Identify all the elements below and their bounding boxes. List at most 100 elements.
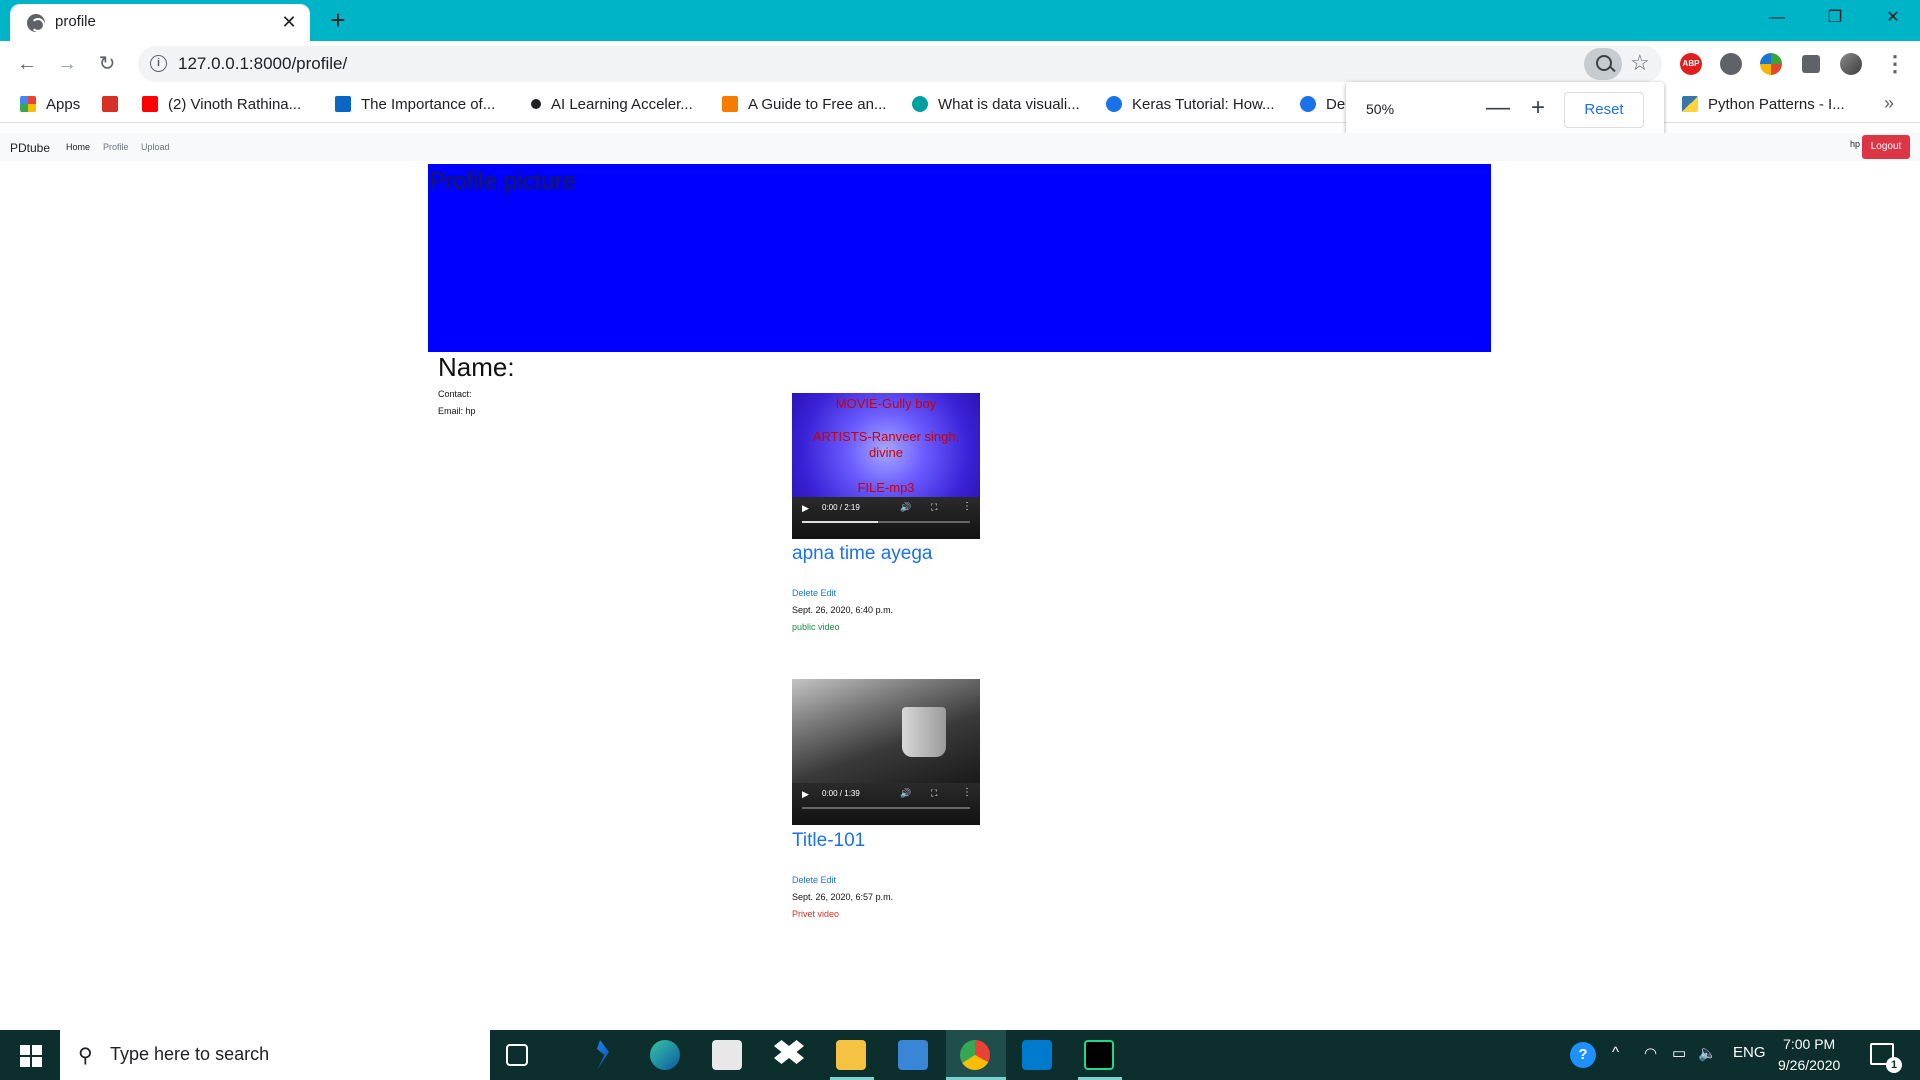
- zoom-out-button[interactable]: —: [1484, 94, 1512, 122]
- help-icon[interactable]: ?: [1570, 1042, 1596, 1068]
- more-options-icon[interactable]: ⋮: [962, 501, 972, 512]
- bookmark-guide[interactable]: A Guide to Free an...: [722, 96, 886, 113]
- p-logo-icon: [1106, 96, 1122, 112]
- file-explorer-icon[interactable]: [836, 1040, 866, 1070]
- fullscreen-icon[interactable]: ⛶: [931, 788, 937, 799]
- profile-name-label: Name:: [438, 352, 515, 382]
- eye-icon: [912, 96, 928, 112]
- volume-icon[interactable]: 🔊: [900, 502, 911, 513]
- browser-tab[interactable]: profile ✕: [10, 4, 310, 41]
- task-view-icon[interactable]: [506, 1044, 528, 1066]
- bookmark-data-vis[interactable]: What is data visuali...: [912, 96, 1080, 113]
- bookmark-keras[interactable]: Keras Tutorial: How...: [1106, 96, 1275, 113]
- bookmark-gmail[interactable]: [102, 96, 128, 113]
- globe-extension-icon[interactable]: [1760, 53, 1782, 75]
- visual-studio-icon[interactable]: [597, 1040, 609, 1070]
- pycharm-icon[interactable]: [1084, 1040, 1114, 1070]
- video-title[interactable]: Title-101: [792, 830, 865, 852]
- system-clock[interactable]: 7:00 PM 9/26/2020: [1778, 1034, 1840, 1076]
- volume-icon[interactable]: 🔊: [900, 788, 911, 799]
- dropbox-icon[interactable]: [774, 1040, 804, 1064]
- clock-date: 9/26/2020: [1778, 1057, 1841, 1073]
- new-tab-button[interactable]: +: [324, 6, 352, 34]
- zoom-icon[interactable]: [1584, 48, 1622, 80]
- bookmark-de[interactable]: De: [1300, 96, 1345, 113]
- zoom-reset-button[interactable]: Reset: [1564, 92, 1644, 128]
- site-info-icon[interactable]: i: [150, 55, 167, 72]
- site-brand[interactable]: PDtube: [10, 141, 50, 155]
- battery-icon[interactable]: ▭: [1672, 1044, 1686, 1062]
- clock-time: 7:00 PM: [1783, 1036, 1836, 1052]
- video-actions[interactable]: Delete Edit: [792, 588, 836, 598]
- mail-icon[interactable]: [898, 1040, 928, 1070]
- video-status: Privet video: [792, 909, 840, 919]
- extensions-puzzle-icon[interactable]: [1802, 55, 1820, 73]
- site-navbar: PDtube Home Profile Upload hp Logout: [0, 133, 1920, 161]
- video-player-2[interactable]: ▶ 0:00 / 1:39 🔊 ⛶ ⋮: [792, 679, 980, 825]
- bookmark-ai-learning[interactable]: AI Learning Acceler...: [528, 96, 693, 113]
- profile-contact: Contact:: [438, 389, 472, 399]
- adblock-extension-icon[interactable]: ABP: [1680, 53, 1702, 75]
- zoom-level: 50%: [1366, 101, 1395, 117]
- windows-start-icon[interactable]: [20, 1045, 42, 1067]
- bookmark-python-patterns[interactable]: Python Patterns - I...: [1682, 96, 1845, 113]
- taskbar-search[interactable]: ⚲ Type here to search: [60, 1030, 490, 1080]
- nav-profile[interactable]: Profile: [103, 142, 129, 152]
- zoom-in-button[interactable]: +: [1524, 94, 1552, 122]
- video-controls: ▶ 0:00 / 2:19 🔊 ⛶ ⋮: [792, 497, 980, 539]
- search-placeholder[interactable]: Type here to search: [110, 1044, 269, 1065]
- video-progress-bar[interactable]: [802, 521, 970, 523]
- play-icon[interactable]: ▶: [802, 789, 809, 800]
- profile-avatar[interactable]: [1840, 53, 1862, 75]
- profile-email: Email: hp: [438, 406, 476, 416]
- poster-line: MOVIE-Gully boy: [835, 396, 937, 411]
- video-progress-bar[interactable]: [802, 807, 970, 809]
- chevron-up-icon[interactable]: ^: [1612, 1044, 1619, 1061]
- bookmark-apps[interactable]: Apps: [20, 96, 80, 113]
- bookmarks-overflow-icon[interactable]: »: [1884, 93, 1894, 114]
- address-bar[interactable]: i 127.0.0.1:8000/profile/ ☆: [138, 46, 1662, 82]
- minimize-button[interactable]: —: [1748, 0, 1806, 36]
- restore-button[interactable]: ❐: [1806, 0, 1864, 36]
- back-icon[interactable]: ←: [14, 51, 40, 77]
- gmail-icon: [102, 96, 118, 112]
- chrome-icon[interactable]: [960, 1040, 990, 1070]
- logout-button[interactable]: Logout: [1862, 135, 1910, 159]
- wifi-icon[interactable]: ◠: [1644, 1044, 1657, 1062]
- fullscreen-icon[interactable]: ⛶: [931, 502, 937, 513]
- video-actions[interactable]: Delete Edit: [792, 875, 836, 885]
- profile-picture-label: Profile picture: [429, 168, 576, 195]
- video-date: Sept. 26, 2020, 6:57 p.m.: [792, 892, 894, 902]
- poster-line: divine: [869, 445, 903, 460]
- search-icon: ⚲: [78, 1045, 93, 1067]
- url-text[interactable]: 127.0.0.1:8000/profile/: [178, 54, 347, 74]
- chat-bubble-icon: [722, 96, 738, 112]
- play-icon[interactable]: ▶: [802, 503, 809, 514]
- edge-icon[interactable]: [650, 1040, 680, 1070]
- language-indicator[interactable]: ENG: [1733, 1044, 1766, 1061]
- vscode-icon[interactable]: [1022, 1040, 1052, 1070]
- video-time: 0:00 / 1:39: [822, 789, 860, 798]
- bookmark-star-icon[interactable]: ☆: [1630, 50, 1650, 76]
- video-date: Sept. 26, 2020, 6:40 p.m.: [792, 605, 894, 615]
- speaker-icon[interactable]: 🔈: [1698, 1044, 1717, 1062]
- coffee-cup-image: [902, 707, 946, 757]
- reload-icon[interactable]: ↻: [94, 51, 120, 77]
- forward-icon[interactable]: →: [54, 51, 80, 77]
- bookmark-linkedin[interactable]: The Importance of...: [335, 96, 495, 113]
- store-icon[interactable]: [712, 1040, 742, 1070]
- video-time: 0:00 / 2:19: [822, 503, 860, 512]
- close-window-button[interactable]: ✕: [1864, 0, 1920, 36]
- notification-center-icon[interactable]: 1: [1870, 1043, 1902, 1073]
- video-player-1[interactable]: MOVIE-Gully boy ARTISTS-Ranveer singh, d…: [792, 393, 980, 539]
- youtube-icon: [142, 96, 158, 112]
- chat-extension-icon[interactable]: [1720, 53, 1742, 75]
- bookmark-youtube[interactable]: (2) Vinoth Rathina...: [142, 96, 301, 113]
- nav-upload[interactable]: Upload: [141, 142, 170, 152]
- close-tab-icon[interactable]: ✕: [278, 11, 300, 33]
- nav-home[interactable]: Home: [66, 142, 90, 152]
- chrome-menu-icon[interactable]: ⋮: [1884, 51, 1906, 77]
- browser-toolbar: ← → ↻ i 127.0.0.1:8000/profile/ ☆ ABP ⋮: [0, 41, 1920, 87]
- more-options-icon[interactable]: ⋮: [962, 787, 972, 798]
- video-title[interactable]: apna time ayega: [792, 543, 933, 565]
